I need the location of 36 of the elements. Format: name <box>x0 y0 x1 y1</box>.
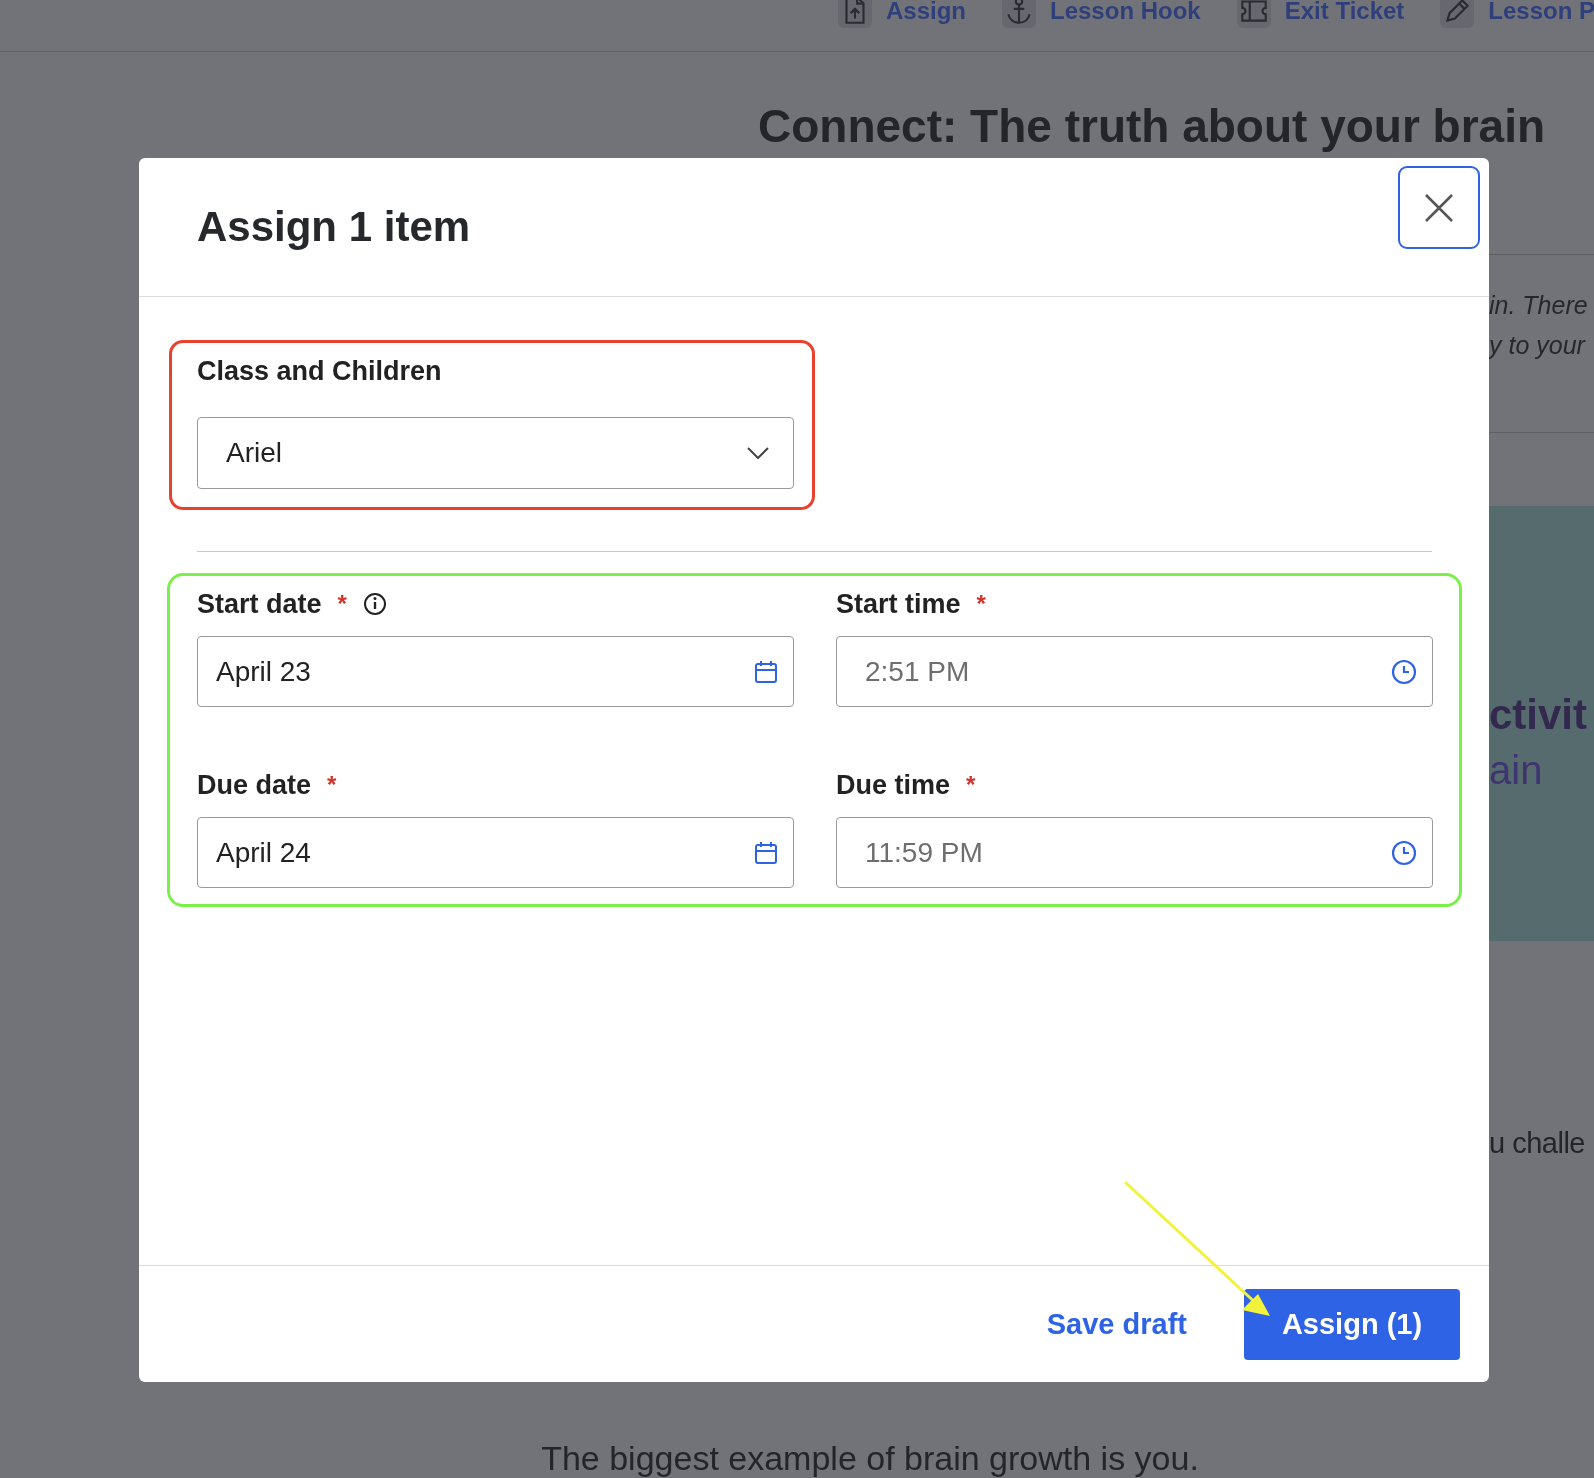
dialog-title: Assign 1 item <box>197 203 471 251</box>
field-label: Start date <box>197 588 322 621</box>
calendar-icon[interactable] <box>754 840 778 865</box>
close-button[interactable] <box>1398 166 1480 249</box>
intro-text: y to your <box>1489 330 1587 361</box>
lesson-heading: Connect: The truth about your brain <box>758 99 1547 154</box>
date-input-field[interactable]: April 24 <box>197 817 794 888</box>
banner-subtitle: ain <box>1489 747 1544 794</box>
required-mark: * <box>966 770 976 800</box>
clock-icon[interactable] <box>1391 658 1417 685</box>
chevron-down-icon <box>747 447 769 459</box>
clock-icon[interactable] <box>1391 839 1417 866</box>
section-text: The biggest example of brain growth is you. <box>540 1439 1200 1477</box>
required-mark: * <box>976 589 986 619</box>
field-label: Due date <box>197 769 312 802</box>
class-dropdown[interactable]: Ariel <box>197 417 794 489</box>
field-label: Class and Children <box>197 355 442 388</box>
assign-button[interactable]: Assign (1) <box>1244 1288 1460 1360</box>
info-icon[interactable] <box>362 592 387 616</box>
date-input-field[interactable]: April 23 <box>197 636 794 707</box>
banner-title: ctivit <box>1489 690 1589 740</box>
save-draft-button[interactable]: Save draft <box>1046 1307 1187 1341</box>
close-icon <box>1424 192 1454 223</box>
time-input-field[interactable]: 11:59 PM <box>836 817 1433 888</box>
intro-text: in. There <box>1489 290 1589 321</box>
required-mark: * <box>327 770 337 800</box>
nav-item-icon[interactable] <box>1236 0 1271 28</box>
field-label: Start time <box>836 588 961 621</box>
required-mark: * <box>337 589 347 619</box>
field-label: Due time <box>836 769 951 802</box>
body-text: u challe <box>1489 1126 1586 1161</box>
nav-item-icon[interactable] <box>1440 0 1475 28</box>
calendar-icon[interactable] <box>754 659 778 684</box>
nav-item-icon[interactable] <box>838 0 872 28</box>
nav-item-icon[interactable] <box>1002 0 1036 28</box>
time-input-field[interactable]: 2:51 PM <box>836 636 1433 707</box>
